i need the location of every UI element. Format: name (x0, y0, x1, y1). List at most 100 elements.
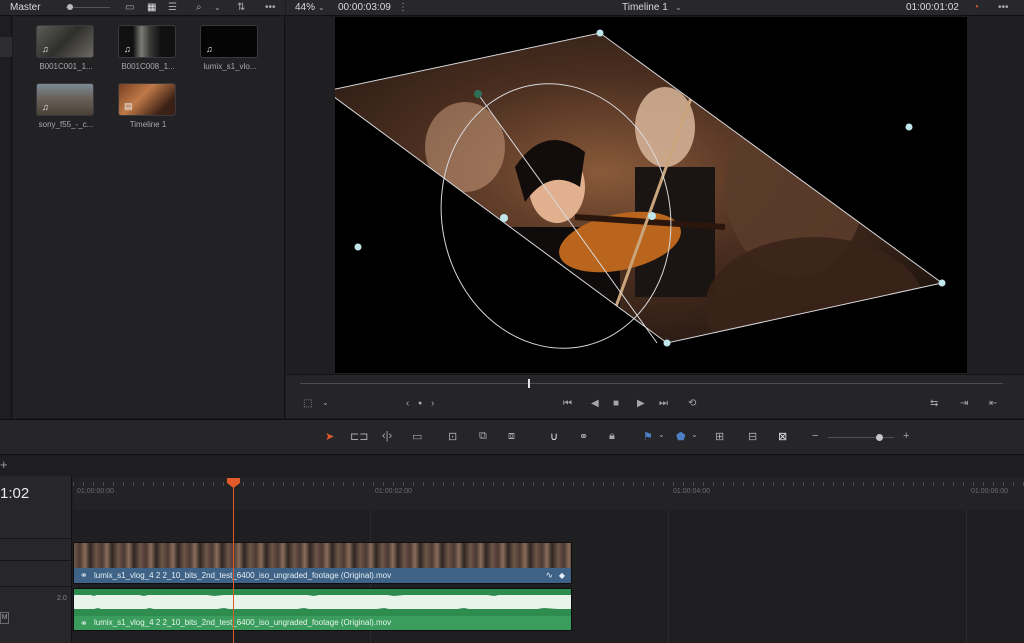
insert-clip-icon[interactable]: ⊡ (448, 430, 457, 443)
timeline-icon: ▤ (124, 101, 133, 111)
transform-mode-icon[interactable]: ⬚ (303, 398, 312, 409)
thumb-size-knob[interactable] (67, 4, 73, 10)
viewer-transport: ⬚ ⌄ ‹ ● › ⏮ ◀ ■ ▶ ⏭ ⟲ ⇆ ⇥ ⇤ (286, 374, 1024, 418)
zoom-out-icon[interactable]: − (812, 430, 818, 442)
zoom-level[interactable]: 44% (295, 2, 315, 13)
audio-waveform (74, 592, 571, 612)
video-clip-icon: ♫ (124, 44, 131, 54)
zoom-slider[interactable] (828, 437, 894, 438)
search-icon[interactable]: ⌕ (196, 1, 202, 15)
scrubber-track[interactable] (300, 383, 1003, 384)
loop-icon[interactable]: ⟲ (688, 398, 696, 409)
more-options-icon[interactable]: ••• (265, 1, 276, 15)
media-clip[interactable]: ♫ B001C001_1... (36, 25, 96, 71)
viewer-header: 44% ⌄ 00:00:03:09 ⋮ Timeline 1 ⌄ 01:00:0… (286, 0, 1024, 16)
video-clip-icon: ♫ (42, 102, 49, 112)
scrubber-handle[interactable] (528, 379, 530, 388)
audio-clip-label: ⚭ lumix_s1_vlog_4 2 2_10_bits_2nd_test_6… (74, 616, 571, 630)
bin-list-strip[interactable] (0, 17, 12, 418)
timeline-toolbar: ➤ ⊏⊐ ‹|› ▭ ⊡ ⧉ ⧈ ∪ ⚭ 🔒︎ ⚑ ⌄ ⬟ ⌄ ⊞ ⊟ ⊠ − … (0, 419, 1024, 455)
match-frame-icon[interactable]: ⇆ (930, 398, 938, 409)
transform-chevron-icon[interactable]: ⌄ (322, 398, 329, 407)
viewer (286, 17, 1024, 374)
clip-thumbnail: ♫ (200, 25, 258, 58)
curve-icon[interactable]: ∿ (545, 568, 553, 583)
video-frame-image (335, 29, 946, 349)
playhead-handle-icon[interactable] (227, 478, 240, 488)
marker-icon[interactable]: ⬟ (676, 430, 686, 443)
audio-note-icon: ♫ (206, 44, 213, 54)
play-icon[interactable]: ▶ (637, 398, 645, 409)
selection-tool-icon[interactable]: ➤ (325, 430, 334, 443)
playback-speed-icon[interactable]: ◔ (973, 1, 979, 15)
thumbnail-view-icon[interactable]: ▦ (147, 1, 156, 15)
position-lock-icon[interactable]: 🔒︎ (609, 430, 615, 443)
flag-chevron-icon[interactable]: ⌄ (658, 430, 665, 439)
mute-button[interactable]: M (0, 612, 9, 624)
media-clip[interactable]: ♫ lumix_s1_vlo... (200, 25, 260, 71)
dynamic-trim-icon[interactable]: ‹|› (382, 430, 392, 442)
zoom-slider-knob[interactable] (876, 434, 883, 441)
add-track-icon[interactable]: + (0, 457, 8, 472)
playhead[interactable] (233, 485, 234, 643)
clip-thumbnail: ♫ (118, 25, 176, 58)
go-to-start-icon[interactable]: ⏮ (563, 398, 572, 409)
stop-icon[interactable]: ■ (613, 398, 619, 409)
timeline-gridline (966, 510, 967, 643)
viewer-more-icon[interactable]: ••• (998, 1, 1009, 15)
timeline-timecode: 1:02 (0, 485, 30, 502)
metadata-view-icon[interactable]: ▭ (125, 1, 134, 15)
zoom-in-icon[interactable]: + (903, 430, 909, 442)
viewer-frame[interactable] (335, 17, 967, 373)
nav-dot-icon[interactable]: ● (418, 400, 422, 407)
media-clip[interactable]: ♫ B001C008_1... (118, 25, 178, 71)
next-edit-icon[interactable]: ⇥ (960, 398, 968, 409)
timeline-header-row: + (0, 456, 1024, 476)
play-reverse-icon[interactable]: ◀ (591, 398, 599, 409)
prev-nav-icon[interactable]: ‹ (406, 398, 409, 409)
media-pool: ♫ B001C001_1... ♫ B001C008_1... ♫ lumix_… (13, 17, 285, 418)
timeline-chevron-icon[interactable]: ⌄ (675, 1, 682, 15)
flag-icon[interactable]: ⚑ (643, 430, 653, 443)
record-timecode: 01:00:01:02 (906, 2, 959, 13)
trim-tool-icon[interactable]: ⊏⊐ (350, 430, 368, 443)
video-clip-thumbnails (74, 543, 571, 568)
bin-name[interactable]: Master (10, 2, 41, 13)
overwrite-clip-icon[interactable]: ⧉ (479, 430, 487, 443)
ruler-label: 01:00:04:00 (673, 488, 710, 495)
replace-clip-icon[interactable]: ⧈ (508, 430, 515, 443)
viewer-options-icon[interactable]: ⋮ (398, 1, 408, 15)
timeline-gridline (668, 510, 669, 643)
media-clip[interactable]: ▤ Timeline 1 (118, 83, 178, 129)
blade-tool-icon[interactable]: ▭ (412, 430, 422, 443)
list-view-icon[interactable]: ☰ (168, 1, 177, 15)
go-to-end-icon[interactable]: ⏭ (659, 398, 668, 409)
zoom-custom-icon[interactable]: ⊠ (778, 430, 787, 443)
clip-thumbnail: ♫ (36, 25, 94, 58)
video-clip-icon: ♫ (42, 44, 49, 54)
track-headers: 1:02 2.0 M (0, 476, 72, 643)
keyframe-icon[interactable]: ◆ (559, 568, 565, 583)
ruler-label: 01:00:06:00 (971, 488, 1008, 495)
marker-chevron-icon[interactable]: ⌄ (691, 430, 698, 439)
video-clip[interactable]: ⚭ lumix_s1_vlog_4 2 2_10_bits_2nd_test_6… (73, 542, 572, 584)
zoom-full-icon[interactable]: ⊞ (715, 430, 724, 443)
sort-icon[interactable]: ⇅ (237, 1, 245, 15)
audio-clip[interactable]: ⚭ lumix_s1_vlog_4 2 2_10_bits_2nd_test_6… (73, 588, 572, 631)
zoom-chevron-icon[interactable]: ⌄ (318, 1, 325, 15)
media-clip[interactable]: ♫ sony_f55_-_c... (36, 83, 96, 129)
audio-clip-name: lumix_s1_vlog_4 2 2_10_bits_2nd_test_640… (94, 618, 392, 627)
source-timecode: 00:00:03:09 (338, 2, 391, 13)
prev-edit-icon[interactable]: ⇤ (989, 398, 997, 409)
video-clip-name: lumix_s1_vlog_4 2 2_10_bits_2nd_test_640… (94, 571, 392, 580)
next-nav-icon[interactable]: › (431, 398, 434, 409)
ruler-label: 01:00:02:00 (375, 488, 412, 495)
clip-thumbnail: ♫ (36, 83, 94, 116)
audio-level: 2.0 (57, 595, 67, 602)
snapping-icon[interactable]: ∪ (550, 430, 558, 443)
linked-selection-icon[interactable]: ⚭ (579, 430, 588, 443)
zoom-detail-icon[interactable]: ⊟ (748, 430, 757, 443)
timeline-name[interactable]: Timeline 1 (622, 2, 668, 13)
chevron-down-icon[interactable]: ⌄ (214, 1, 221, 15)
timeline-ruler[interactable]: 01:00:00:00 01:00:02:00 01:00:04:00 01:0… (73, 478, 1024, 510)
